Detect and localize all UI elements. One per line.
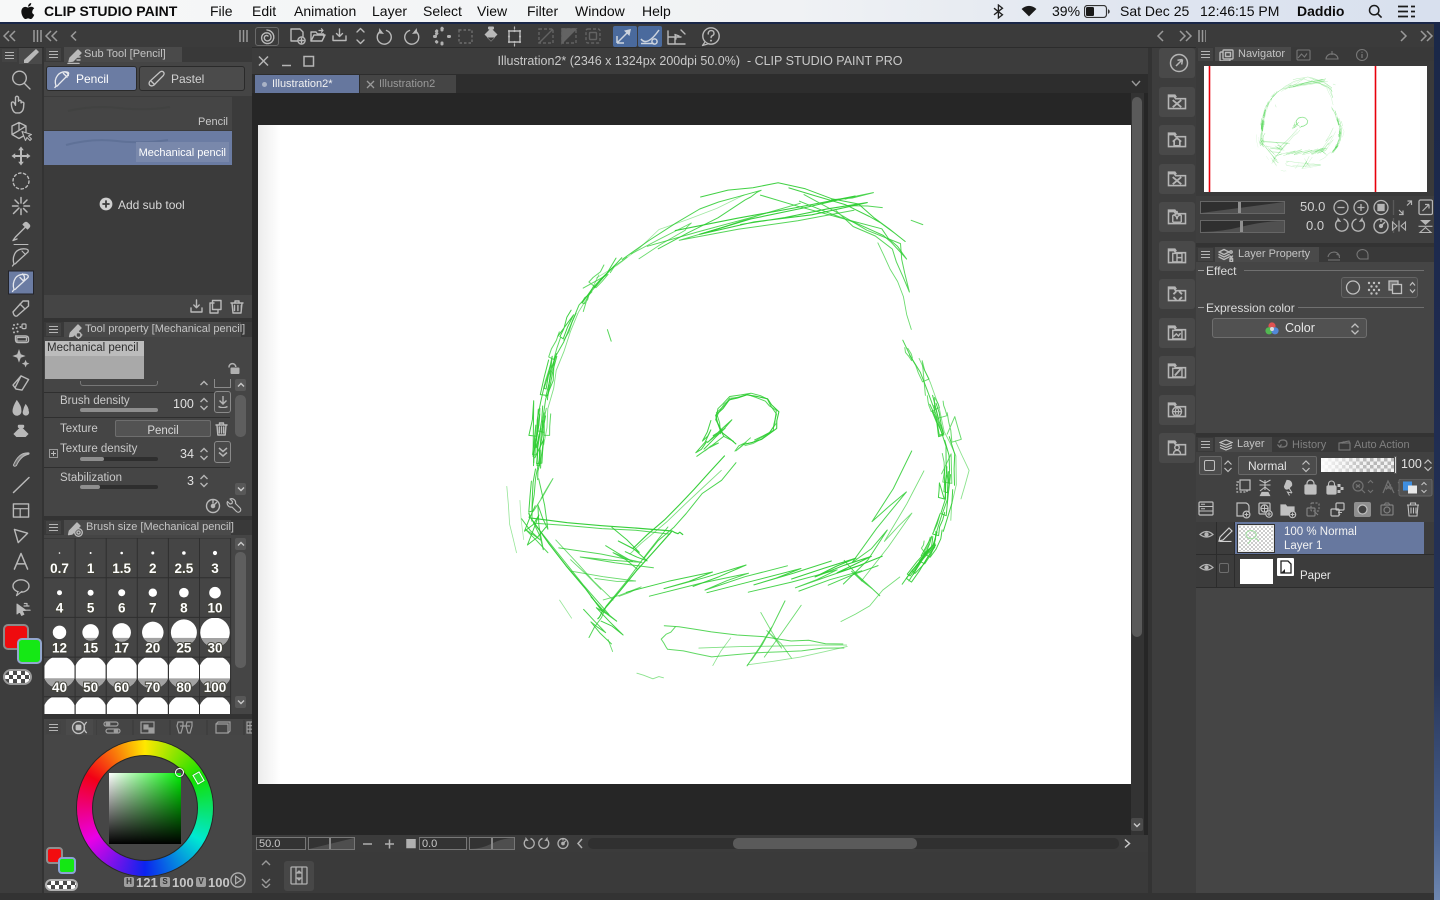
svg-text:7: 7 [149,601,157,616]
svg-text:12: 12 [52,640,67,655]
svg-text:100: 100 [204,680,227,695]
svg-text:2.5: 2.5 [175,561,194,576]
svg-text:17: 17 [114,640,129,655]
svg-text:1: 1 [87,561,95,576]
svg-text:2: 2 [149,561,157,576]
svg-text:4: 4 [56,601,64,616]
svg-text:60: 60 [114,680,129,695]
svg-text:50: 50 [83,680,98,695]
svg-text:30: 30 [207,640,222,655]
svg-text:1.5: 1.5 [112,561,131,576]
svg-text:15: 15 [83,640,99,655]
svg-text:70: 70 [145,680,160,695]
svg-text:3: 3 [211,561,219,576]
svg-text:80: 80 [176,680,191,695]
svg-text:40: 40 [52,680,67,695]
svg-text:0.7: 0.7 [50,561,69,576]
svg-text:6: 6 [118,601,126,616]
svg-text:5: 5 [87,601,95,616]
svg-text:8: 8 [180,601,188,616]
svg-text:20: 20 [145,640,160,655]
svg-text:10: 10 [207,601,222,616]
svg-text:25: 25 [176,640,192,655]
